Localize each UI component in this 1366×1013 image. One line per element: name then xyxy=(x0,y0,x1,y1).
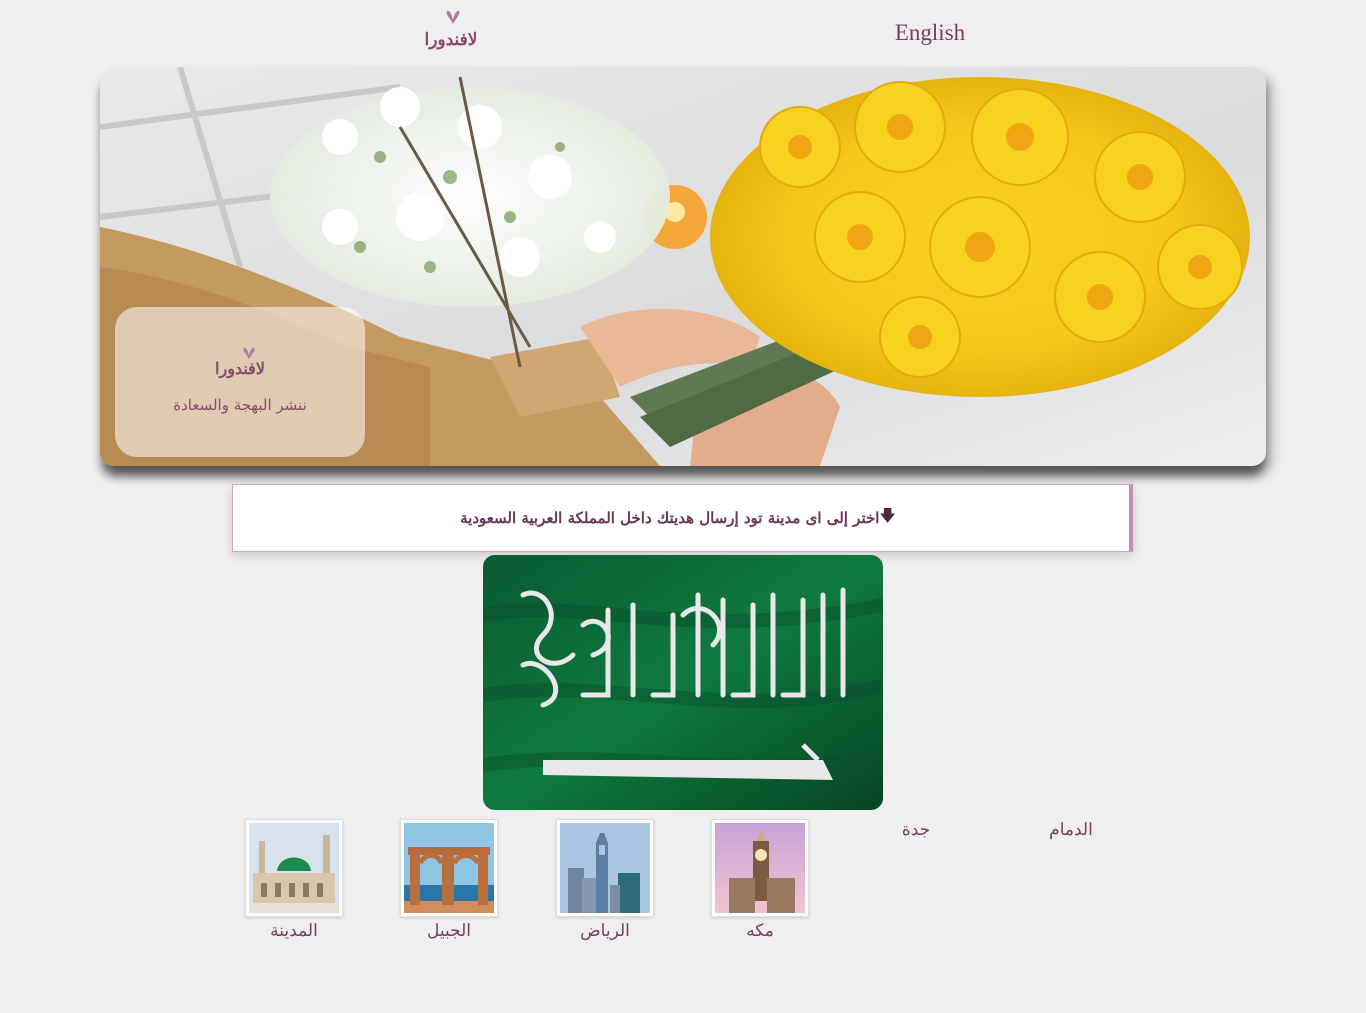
mosque-icon xyxy=(249,823,339,913)
hero-tagline-card: لافندورا ننشر البهجة والسعادة xyxy=(115,307,365,457)
city-name: الجبيل xyxy=(426,921,471,941)
city-name: الدمام xyxy=(1049,820,1093,840)
butterfly-icon xyxy=(243,347,255,359)
madinah-thumbnail[interactable] xyxy=(245,819,343,917)
butterfly-icon xyxy=(446,10,460,24)
city-jeddah[interactable]: جدة xyxy=(856,820,976,840)
saudi-flag-image xyxy=(483,555,883,810)
city-dammam[interactable]: الدمام xyxy=(1011,820,1131,840)
city-jubail[interactable]: الجبيل xyxy=(389,819,509,941)
arches-icon xyxy=(404,823,494,913)
hero-tagline: ننشر البهجة والسعادة xyxy=(173,395,307,414)
city-name: مكه xyxy=(746,921,774,941)
city-name: المدينة xyxy=(270,921,318,941)
hero-card-logo: لافندورا xyxy=(215,347,265,378)
riyadh-thumbnail[interactable] xyxy=(556,819,654,917)
language-switch-link[interactable]: English xyxy=(880,20,980,46)
top-bar: لافندورا English xyxy=(0,0,1366,66)
arrow-down-icon: 🡇 xyxy=(879,505,896,525)
clock-tower-icon xyxy=(715,823,805,913)
city-makkah[interactable]: مكه xyxy=(700,819,820,941)
prompt-text: اختر إلى اى مدينة تود إرسال هديتك داخل ا… xyxy=(460,509,880,527)
city-name: جدة xyxy=(901,820,931,840)
skyline-icon xyxy=(560,823,650,913)
brand-name: لافندورا xyxy=(424,30,478,50)
brand-logo[interactable]: لافندورا xyxy=(414,10,488,50)
city-name: الرياض xyxy=(580,921,630,941)
choose-city-prompt: اختر إلى اى مدينة تود إرسال هديتك داخل ا… xyxy=(232,484,1133,552)
city-riyadh[interactable]: الرياض xyxy=(545,819,665,941)
hero-banner: لافندورا ننشر البهجة والسعادة xyxy=(100,67,1266,466)
hero-card-brand: لافندورا xyxy=(215,358,265,378)
makkah-thumbnail[interactable] xyxy=(711,819,809,917)
city-madinah[interactable]: المدينة xyxy=(234,819,354,941)
jubail-thumbnail[interactable] xyxy=(400,819,498,917)
